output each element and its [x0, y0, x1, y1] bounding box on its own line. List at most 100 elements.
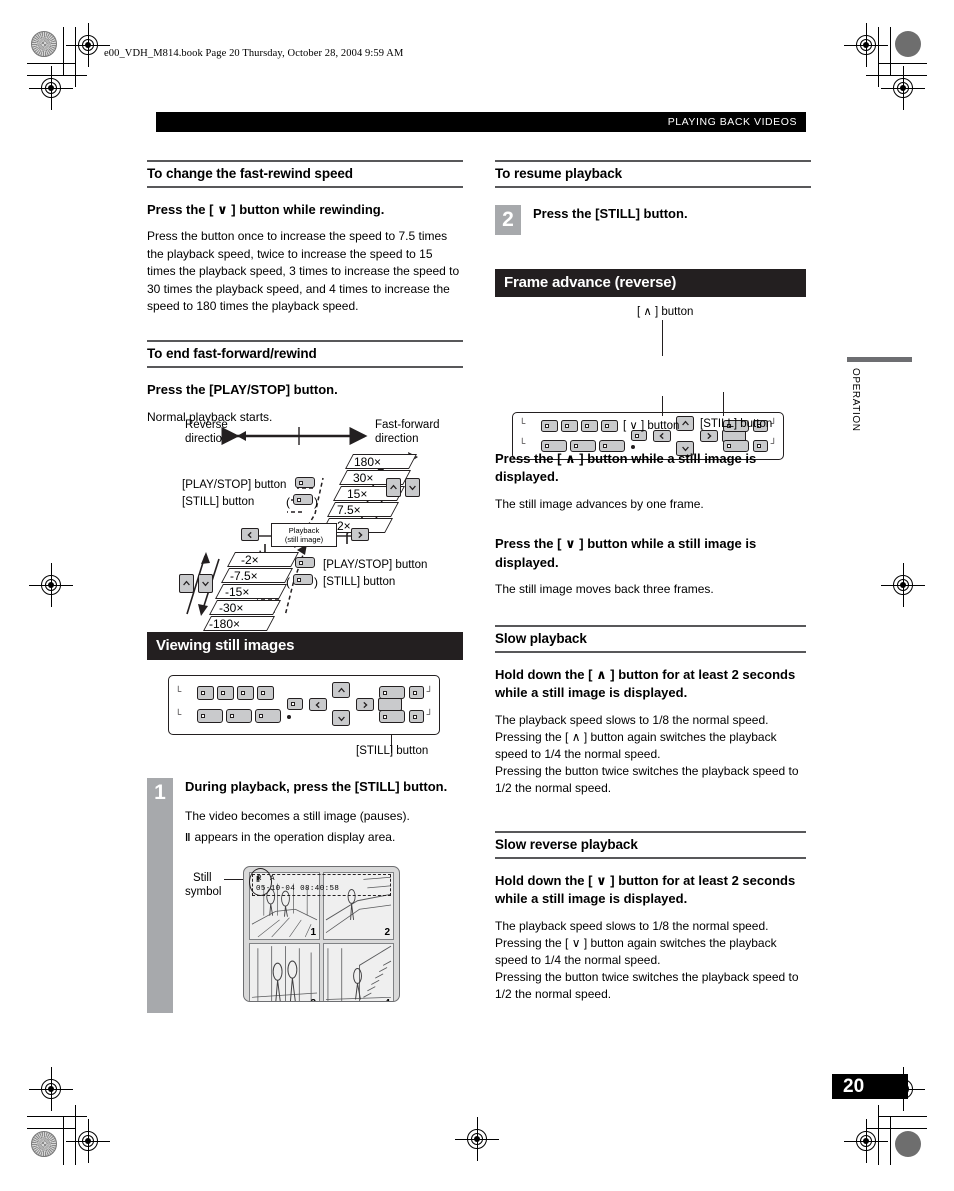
section-heading-end-ff-rew: To end fast-forward/rewind	[147, 340, 463, 369]
lead-end-ff-rew: Press the [PLAY/STOP] button.	[147, 382, 338, 398]
still-symbol-highlight-circle	[249, 868, 272, 896]
registration-mark-right-upper	[881, 66, 925, 110]
still-button	[379, 710, 405, 723]
scene-lockers-3	[251, 946, 318, 1001]
body-frame-advance: The still image advances by one frame.	[495, 496, 704, 511]
section-banner-viewing-still-images: Viewing still images	[147, 632, 463, 660]
up-button-icon	[386, 478, 401, 497]
quad-number: 3	[310, 998, 316, 1001]
file-header-text: e00_VDH_M814.book Page 20 Thursday, Octo…	[104, 48, 404, 59]
registration-mark-bottom-right	[844, 1119, 888, 1163]
callout-line-up	[662, 320, 663, 356]
crop-mark	[63, 1117, 64, 1165]
callout-label-up-button: [ ∧ ] button	[637, 306, 694, 318]
quad-number: 1	[310, 927, 316, 939]
function-button-3	[255, 709, 281, 723]
play-stop-button	[379, 686, 405, 699]
rec-button	[409, 686, 424, 699]
step-2-title: Press the [STILL] button.	[533, 206, 688, 221]
quad-number: 2	[384, 927, 390, 939]
speed-step-label: 7.5×	[337, 503, 361, 517]
step-number-2: 2	[495, 205, 521, 235]
body-frame-reverse: The still image moves back three frames.	[495, 582, 714, 597]
panel-tick: ┘	[770, 438, 777, 448]
lead-frame-advance: Press the [ ∧ ] button while a still ima…	[495, 451, 757, 485]
down-button-icon	[405, 478, 420, 497]
side-tab-rule	[847, 357, 912, 362]
body-line: Pressing the button twice switches the p…	[495, 763, 799, 778]
speed-step-label: 15×	[347, 487, 368, 501]
crop-mark	[890, 27, 891, 75]
step-1-title: During playback, press the [STILL] butto…	[185, 779, 448, 794]
callout-line-down	[662, 396, 663, 416]
channel-button-3	[581, 420, 598, 432]
function-button-2	[226, 709, 252, 723]
registration-dot-top-right	[895, 31, 921, 57]
panel-tick: └	[519, 438, 526, 448]
registration-mark-top-left	[66, 23, 110, 67]
lead-slow-reverse: Hold down the [ ∨ ] button for at least …	[495, 872, 796, 907]
body-fast-rewind: Press the button once to increase the sp…	[147, 229, 460, 314]
registration-mark-bottom-left	[66, 1119, 110, 1163]
quad-cell-3: 3	[249, 943, 320, 1001]
body-line: speed to 1/4 the normal speed.	[495, 746, 661, 761]
left-column: To change the fast-rewind speed Press th…	[147, 160, 463, 426]
menu-button	[287, 698, 303, 710]
step-number-1: 1	[147, 778, 173, 808]
paren-close: )	[314, 495, 318, 509]
step-1-body-line1: The video becomes a still image (pauses)…	[185, 808, 410, 823]
callout-label-still-button-right: [STILL] button	[700, 418, 773, 430]
playback-box-line2: (still image)	[284, 534, 324, 544]
panel-tick: └	[175, 709, 182, 719]
quad-number: 4	[384, 998, 390, 1001]
section-heading-slow-playback: Slow playback	[495, 624, 806, 653]
function-button-1	[197, 709, 223, 723]
section-banner-frame-advance: Frame advance (reverse)	[495, 269, 806, 297]
registration-mark-bottom-center	[455, 1117, 499, 1161]
ir-indicator-dot	[631, 445, 635, 449]
step-1-block: 1 During playback, press the [STILL] but…	[147, 778, 463, 1013]
channel-button-4	[257, 686, 274, 700]
panel-tick: └	[175, 686, 182, 696]
step-rail	[147, 778, 173, 1013]
on-screen-display: R A 05-10-04 08:40:58	[252, 874, 391, 896]
heading-text: To end fast-forward/rewind	[147, 346, 317, 362]
section-heading-slow-reverse-playback: Slow reverse playback	[495, 830, 806, 859]
nav-right-button	[356, 698, 374, 711]
registration-mark-left-lower	[29, 1067, 73, 1111]
nav-left-button	[309, 698, 327, 711]
step-1-body-line2-row: ‖ appears in the operation display area.	[185, 829, 463, 847]
legend-still-top: [STILL] button	[182, 496, 255, 508]
registration-mark-right-middle	[881, 563, 925, 607]
registration-mark-left-upper	[29, 66, 73, 110]
body-line: Pressing the [ ∨ ] button again switches…	[495, 935, 777, 950]
body-line: 1/2 the normal speed.	[495, 780, 612, 795]
legend-still-bottom: [STILL] button	[323, 576, 396, 588]
pause-icon: ‖	[185, 832, 191, 845]
nav-down-button	[332, 710, 350, 726]
callout-label-down-button: [ ∨ ] button	[623, 420, 680, 432]
step-2-block: 2 Press the [STILL] button.	[495, 205, 811, 235]
page-number-badge: 20	[832, 1074, 908, 1099]
nav-right-button	[700, 430, 718, 442]
crop-mark	[27, 63, 75, 64]
paren-close: )	[314, 575, 318, 589]
nav-up-button	[332, 682, 350, 698]
crop-mark	[27, 1128, 75, 1129]
speed-step-label: -180×	[209, 617, 241, 631]
label-still-symbol-line1: Still	[193, 872, 212, 884]
lead-frame-reverse: Press the [ ∨ ] button while a still ima…	[495, 536, 757, 570]
play-stop-button-icon	[295, 557, 315, 568]
channel-button-2	[217, 686, 234, 700]
crop-mark	[878, 63, 927, 64]
speed-step-label: 180×	[354, 455, 382, 469]
nav-left-button-icon	[241, 528, 259, 541]
remote-control-diagram-still: └ └ ┘ ┘	[168, 675, 440, 735]
label-still-symbol-line2: symbol	[185, 886, 222, 898]
body-line: The playback speed slows to 1/8 the norm…	[495, 918, 769, 933]
body-line: speed to 1/4 the normal speed.	[495, 952, 661, 967]
body-slow-reverse: The playback speed slows to 1/8 the norm…	[495, 918, 806, 1003]
step-1-body-line2: appears in the operation display area.	[194, 830, 396, 845]
step-2-body: Press the [STILL] button.	[521, 205, 688, 235]
body-line: Pressing the button twice switches the p…	[495, 969, 799, 984]
